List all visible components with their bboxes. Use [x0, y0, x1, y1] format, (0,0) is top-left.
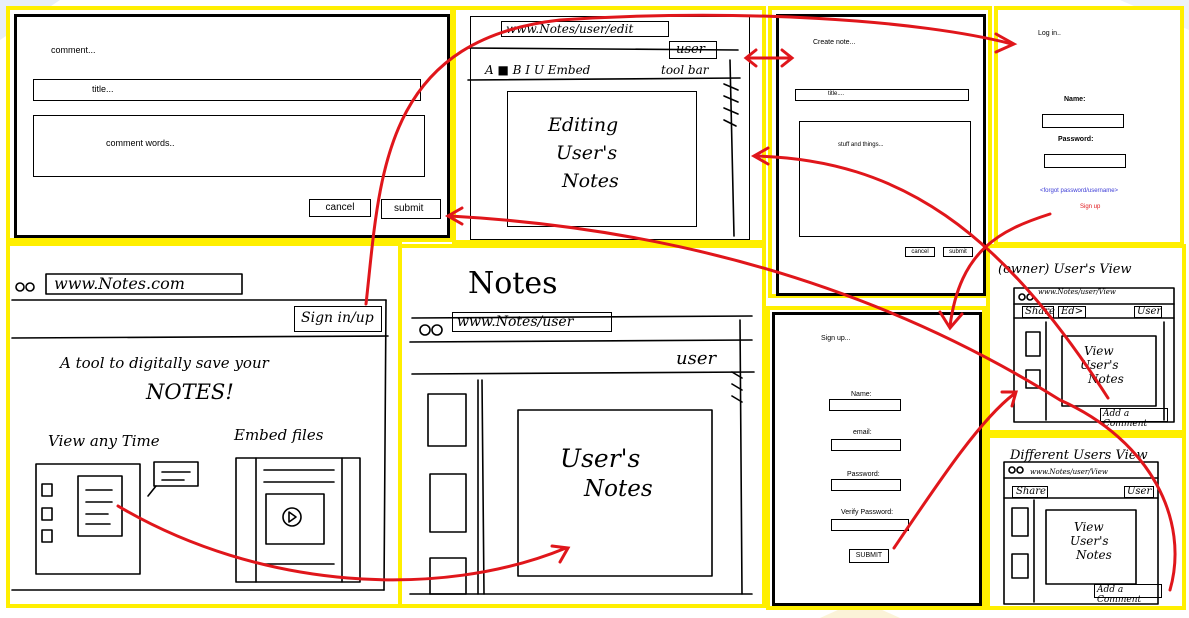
owner-user-label: User [1137, 306, 1162, 317]
notes-url: www.Notes/user [457, 314, 574, 330]
other-view-title: Different Users View [1010, 448, 1148, 463]
editing-line-1: Editing [548, 114, 619, 136]
feature-embed-files: Embed files [234, 426, 324, 444]
owner-edit-button[interactable]: Ed> [1058, 306, 1086, 318]
cancel-button[interactable]: cancel [309, 199, 371, 217]
submit-button[interactable]: submit [381, 199, 441, 219]
create-note-window: Create note... title.... stuff and thing… [776, 14, 986, 296]
create-cancel-button[interactable]: cancel [905, 247, 935, 257]
signup-password-field[interactable] [831, 479, 901, 491]
create-body-placeholder: stuff and things... [838, 142, 884, 148]
edit-toolbar[interactable]: A ■ B I U Embed [485, 63, 590, 77]
comment-title-field[interactable]: title... [33, 79, 421, 101]
edit-user-label: user [676, 42, 705, 57]
comment-heading: comment... [51, 45, 96, 55]
other-content-2: User's [1070, 534, 1109, 548]
signup-verify-label: Verify Password: [841, 509, 894, 516]
owner-view-title: (owner) User's View [998, 262, 1132, 277]
signup-email-label: email: [853, 429, 872, 436]
other-content-1: View [1074, 520, 1104, 534]
create-title-placeholder: title.... [828, 91, 845, 97]
owner-view-panel: (owner) User's View www.Notes/user/View … [986, 244, 1186, 434]
owner-view-url: www.Notes/user/View [1038, 288, 1116, 296]
create-submit-button[interactable]: submit [943, 247, 973, 257]
owner-content-2: User's [1080, 358, 1119, 372]
other-view-panel: Different Users View www.Notes/user/View… [986, 434, 1186, 610]
editing-line-2: User's [556, 142, 618, 164]
signup-name-label: Name: [851, 391, 872, 398]
other-add-comment-button[interactable]: Add a Comment [1094, 584, 1162, 605]
comment-words-placeholder: comment words.. [106, 138, 175, 148]
login-heading: Log in.. [1038, 30, 1061, 37]
owner-add-comment-button[interactable]: Add a Comment [1100, 408, 1168, 429]
notes-user[interactable]: user [676, 348, 716, 369]
login-panel: Log in.. Name: Password: <forgot passwor… [994, 6, 1184, 246]
edit-toolbar-label: tool bar [661, 63, 709, 77]
home-url: www.Notes.com [54, 274, 185, 293]
edit-window: www.Notes/user/edit user A ■ B I U Embed… [470, 16, 750, 240]
other-add-comment-label: Add a Comment [1097, 585, 1142, 605]
owner-add-comment-label: Add a Comment [1103, 409, 1148, 429]
signup-heading: Sign up... [821, 335, 851, 342]
other-content-3: Notes [1076, 548, 1112, 562]
notes-title: Notes [468, 266, 558, 301]
create-title-field[interactable]: title.... [795, 89, 969, 101]
home-tagline-notes: NOTES! [146, 380, 234, 404]
other-share-label: Share [1016, 486, 1046, 497]
signup-verify-field[interactable] [831, 519, 909, 531]
owner-share-label: Share [1025, 306, 1055, 317]
notes-panel: Notes www.Notes/user user User's Notes [398, 244, 766, 608]
login-password-field[interactable] [1044, 154, 1126, 168]
owner-content-1: View [1084, 344, 1114, 358]
edit-url-bar: www.Notes/user/edit [501, 21, 669, 37]
signup-submit-button[interactable]: SUBMIT [849, 549, 889, 563]
home-tagline: A tool to digitally save your [60, 354, 269, 372]
create-note-panel: Create note... title.... stuff and thing… [768, 6, 992, 298]
signup-name-field[interactable] [829, 399, 901, 411]
signup-email-field[interactable] [831, 439, 901, 451]
other-user-button[interactable]: User [1124, 486, 1154, 498]
owner-user-button[interactable]: User [1134, 306, 1162, 318]
signup-password-label: Password: [847, 471, 880, 478]
signin-button[interactable]: Sign in/up [294, 306, 382, 332]
notes-content-line-2: Notes [584, 476, 653, 502]
forgot-password-link[interactable]: <forgot password/username> [1040, 188, 1118, 194]
other-user-label: User [1127, 486, 1152, 497]
login-name-field[interactable] [1042, 114, 1124, 128]
comment-window: comment... title... comment words.. canc… [14, 14, 450, 238]
signup-panel: Sign up... Name: email: Password: Verify… [766, 306, 986, 610]
comment-panel: comment... title... comment words.. canc… [6, 6, 454, 242]
home-panel: www.Notes.com Sign in/up A tool to digit… [6, 242, 402, 608]
create-note-heading: Create note... [813, 39, 856, 46]
notes-content-line-1: User's [560, 444, 641, 473]
feature-view-anytime: View any Time [48, 432, 160, 450]
edit-url: www.Notes/user/edit [506, 22, 634, 36]
create-body-field[interactable]: stuff and things... [799, 121, 971, 237]
owner-content-3: Notes [1088, 372, 1124, 386]
owner-edit-label: Ed> [1061, 306, 1084, 317]
other-view-url: www.Notes/user/View [1030, 468, 1108, 476]
signup-link[interactable]: Sign up [1080, 204, 1100, 210]
login-name-label: Name: [1064, 96, 1086, 103]
comment-title-placeholder: title... [92, 84, 114, 94]
comment-words-field[interactable]: comment words.. [33, 115, 425, 177]
signup-window: Sign up... Name: email: Password: Verify… [772, 312, 982, 606]
edit-content-area[interactable]: Editing User's Notes [507, 91, 697, 227]
other-share-button[interactable]: Share [1012, 486, 1048, 498]
edit-panel: www.Notes/user/edit user A ■ B I U Embed… [452, 6, 766, 244]
owner-share-button[interactable]: Share [1022, 306, 1055, 318]
signin-label: Sign in/up [301, 310, 374, 326]
editing-line-3: Notes [562, 170, 619, 192]
edit-user-button[interactable]: user [669, 41, 717, 59]
notes-url-bar: www.Notes/user [452, 312, 612, 332]
login-password-label: Password: [1058, 136, 1094, 143]
